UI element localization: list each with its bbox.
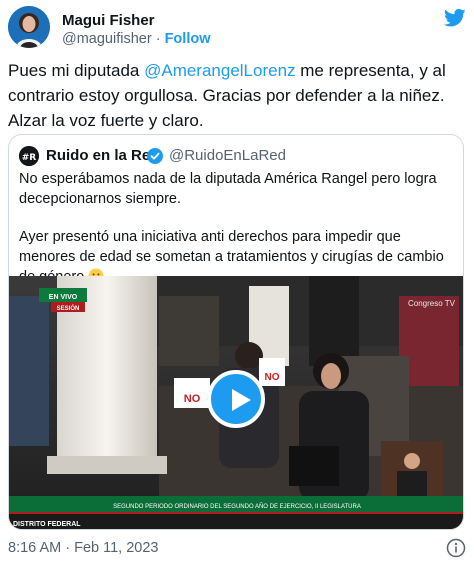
video-ticker: SEGUNDO PERIODO ORDINARIO DEL SEGUNDO AÑ… (113, 503, 361, 510)
video-location: DISTRITO FEDERAL (13, 521, 81, 528)
follow-button[interactable]: Follow (165, 31, 211, 47)
separator-dot: · (155, 31, 161, 47)
video-player[interactable]: NO NO EN VIVO SESIÓN Congreso TV SEGUNDO… (9, 276, 463, 529)
quoted-author-handle[interactable]: @RuidoEnLaRed (169, 147, 286, 164)
tweet-text-before: Pues mi diputada (8, 61, 145, 80)
author-handle-line: @maguifisher · Follow (62, 31, 211, 47)
play-button[interactable] (207, 370, 265, 428)
tweet-mention-link[interactable]: @AmerangelLorenz (144, 61, 295, 80)
tweet-text: Pues mi diputada @AmerangelLorenz me rep… (8, 58, 466, 133)
channel-logo: Congreso TV (408, 299, 456, 308)
author-name[interactable]: Magui Fisher (62, 12, 155, 29)
sign-right: NO (265, 372, 280, 383)
author-avatar[interactable] (8, 6, 50, 48)
svg-text:#R: #R (22, 153, 37, 163)
quoted-author-name[interactable]: Ruido en la Red (46, 147, 159, 164)
quoted-tweet[interactable]: #R Ruido en la Red @RuidoEnLaRed No espe… (8, 134, 464, 530)
verified-badge-icon (147, 148, 163, 164)
play-icon (232, 389, 251, 411)
info-icon[interactable] (446, 538, 466, 558)
tweet-timestamp[interactable]: 8:16 AM · Feb 11, 2023 (8, 540, 158, 556)
tweet-header: Magui Fisher @maguifisher · Follow (8, 6, 466, 50)
quoted-avatar[interactable]: #R (19, 146, 39, 166)
quoted-paragraph-1: No esperábamos nada de la diputada Améri… (19, 171, 437, 207)
sign-left: NO (184, 393, 201, 405)
quoted-tweet-text: No esperábamos nada de la diputada Améri… (19, 169, 455, 287)
session-badge: SESIÓN (57, 304, 80, 312)
live-badge: EN VIVO (49, 294, 78, 301)
twitter-bird-icon[interactable] (444, 8, 466, 28)
author-handle[interactable]: @maguifisher (62, 31, 152, 47)
